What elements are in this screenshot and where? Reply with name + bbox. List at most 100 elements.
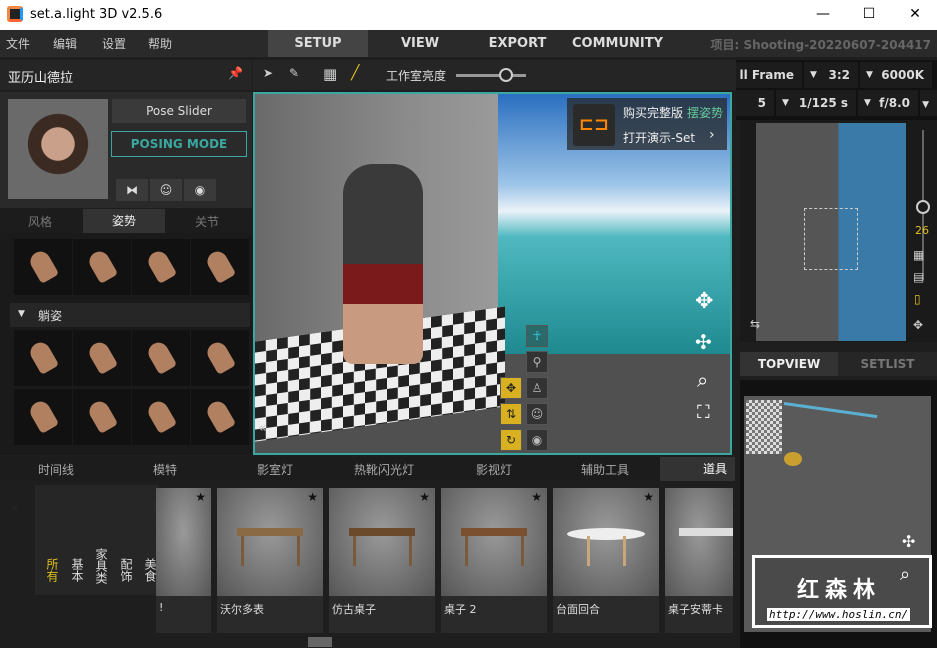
category-basic[interactable]: 基本 <box>60 485 86 595</box>
pose-thumb[interactable] <box>73 389 131 445</box>
frame-icon[interactable]: ▯ <box>914 292 921 306</box>
pose-slider-button[interactable]: Pose Slider <box>112 99 246 123</box>
favorites-star-icon[interactable]: ★ <box>9 501 21 516</box>
tab-community[interactable]: COMMUNITY <box>565 30 670 57</box>
menu-edit[interactable]: 编辑 <box>53 35 77 52</box>
prop-card[interactable]: ★ 台面回合 <box>553 488 659 633</box>
posing-mode-button[interactable]: POSING MODE <box>111 131 247 157</box>
menu-settings[interactable]: 设置 <box>102 35 126 52</box>
pin-icon[interactable]: 📌 <box>228 66 243 80</box>
swap-icon[interactable]: ⇆ <box>750 317 760 331</box>
collapse-left-icon[interactable]: « <box>258 420 267 436</box>
pose-thumb[interactable] <box>132 389 190 445</box>
category-furniture[interactable]: 家具类 <box>84 485 110 595</box>
menu-file[interactable]: 文件 <box>6 35 30 52</box>
tab-models[interactable]: 模特 <box>153 461 177 478</box>
tab-timeline[interactable]: 时间线 <box>38 461 74 478</box>
prop-card[interactable]: ★ 仿古桌子 <box>329 488 435 633</box>
fullscreen-icon[interactable]: ⛶ <box>697 402 710 423</box>
star-icon[interactable]: ★ <box>307 490 318 504</box>
star-icon[interactable]: ★ <box>419 490 430 504</box>
zoom-slider-handle[interactable] <box>916 200 930 214</box>
sensor-select[interactable]: ll Frame <box>736 62 802 88</box>
section-header[interactable]: ▼ 躺姿 <box>10 303 250 327</box>
category-all[interactable]: 所有 <box>35 485 61 595</box>
menu-help[interactable]: 帮助 <box>148 35 172 52</box>
tab-style[interactable]: 风格 <box>28 213 52 230</box>
pose-figure-icon[interactable]: ☥ <box>526 325 548 347</box>
buy-full-version[interactable]: 购买完整版 <box>623 104 683 121</box>
prop-card[interactable]: 桌子安蒂卡 <box>665 488 733 633</box>
category-accessories[interactable]: 配饰 <box>109 485 135 595</box>
chevron-right-icon[interactable]: › <box>709 127 715 143</box>
tab-props[interactable]: 道具 <box>660 457 735 481</box>
close-button[interactable]: ✕ <box>892 0 937 30</box>
pan-icon[interactable]: ✣ <box>695 330 712 354</box>
orbit-icon[interactable]: ✥ <box>695 289 713 314</box>
prop-card[interactable]: ★ 沃尔多表 <box>217 488 323 633</box>
pose-hint[interactable]: 摆姿势 <box>687 104 723 121</box>
pose-thumb[interactable] <box>73 330 131 386</box>
model-portrait[interactable] <box>8 99 108 199</box>
move-camera-icon[interactable]: ✥ <box>913 318 923 332</box>
tab-view[interactable]: VIEW <box>380 30 460 57</box>
pose-thumb[interactable] <box>191 330 249 386</box>
tab-setup[interactable]: SETUP <box>268 30 368 57</box>
rotate-icon[interactable]: ↻ <box>500 429 522 451</box>
horizontal-scrollbar[interactable] <box>308 637 332 647</box>
eye-look-icon[interactable]: ◉ <box>184 179 216 201</box>
camera-preview[interactable] <box>756 123 906 341</box>
star-icon[interactable]: ★ <box>643 490 654 504</box>
grid-overlay-icon[interactable]: ▦ <box>913 248 924 262</box>
tab-setlist[interactable]: SETLIST <box>838 352 937 376</box>
walk-icon[interactable]: ⚲ <box>526 351 548 373</box>
pose-thumb[interactable] <box>132 330 190 386</box>
move-icon[interactable]: ✥ <box>500 377 522 399</box>
pose-thumb[interactable] <box>191 239 249 295</box>
brightness-slider[interactable] <box>456 74 526 77</box>
brightness-slider-handle[interactable] <box>499 68 513 82</box>
grid-icon[interactable]: ▦ <box>323 65 337 83</box>
tab-tools[interactable]: 辅助工具 <box>581 461 629 478</box>
line-tool-icon[interactable]: ╱ <box>351 65 359 81</box>
tab-pose[interactable]: 姿势 <box>83 209 165 233</box>
head-icon[interactable]: ☺ <box>526 403 548 425</box>
ratio-select[interactable]: ▼ 3:2 <box>804 62 858 88</box>
star-icon[interactable]: ★ <box>531 490 542 504</box>
histogram-icon[interactable]: ▤ <box>913 270 924 284</box>
pose-thumb[interactable] <box>14 389 72 445</box>
prop-card[interactable]: ★! <box>156 488 211 633</box>
tab-studio-lights[interactable]: 影室灯 <box>257 461 293 478</box>
prop-card[interactable]: ★ 桌子 2 <box>441 488 547 633</box>
model-figure[interactable] <box>343 164 423 364</box>
white-balance-select[interactable]: ▼ 6000K <box>860 62 932 88</box>
3d-viewport[interactable]: ⊏⊐ 购买完整版 摆姿势 打开演示-Set › ☥ ⚲ ✥ ♙ ⇅ ☺ ↻ ◉ … <box>253 92 732 455</box>
pose-thumb[interactable] <box>132 239 190 295</box>
minimize-button[interactable]: — <box>800 0 846 30</box>
tab-video-lights[interactable]: 影视灯 <box>476 461 512 478</box>
zoom-icon[interactable]: ⌕ <box>697 368 708 392</box>
tab-topview[interactable]: TOPVIEW <box>740 352 838 376</box>
ruler-icon[interactable]: ✎ <box>289 66 299 80</box>
shutter-select[interactable]: ▼ 1/125 s <box>776 90 856 116</box>
tab-export[interactable]: EXPORT <box>480 30 555 57</box>
height-icon[interactable]: ⇅ <box>500 403 522 425</box>
eye-icon[interactable]: ◉ <box>526 429 548 451</box>
star-icon[interactable]: ★ <box>195 490 206 504</box>
body-icon[interactable]: ♙ <box>526 377 548 399</box>
head-look-icon[interactable]: ☺ <box>150 179 182 201</box>
mirror-icon[interactable]: ⧓ <box>116 179 148 201</box>
pose-thumb[interactable] <box>73 239 131 295</box>
pan-icon[interactable]: ✣ <box>902 532 915 551</box>
open-demo-set[interactable]: 打开演示-Set <box>623 129 695 146</box>
aperture-select[interactable]: ▼ f/8.0 <box>858 90 918 116</box>
focal-select[interactable]: 5 mm <box>736 90 774 136</box>
pose-thumb[interactable] <box>14 330 72 386</box>
pose-thumb[interactable] <box>191 389 249 445</box>
pose-thumb[interactable] <box>14 239 72 295</box>
more-dropdown[interactable]: ▼ <box>920 90 937 116</box>
tab-speedlights[interactable]: 热靴闪光灯 <box>354 461 414 478</box>
tab-joints[interactable]: 关节 <box>195 213 219 230</box>
maximize-button[interactable]: ☐ <box>846 0 892 30</box>
select-arrow-icon[interactable]: ➤ <box>263 66 273 80</box>
